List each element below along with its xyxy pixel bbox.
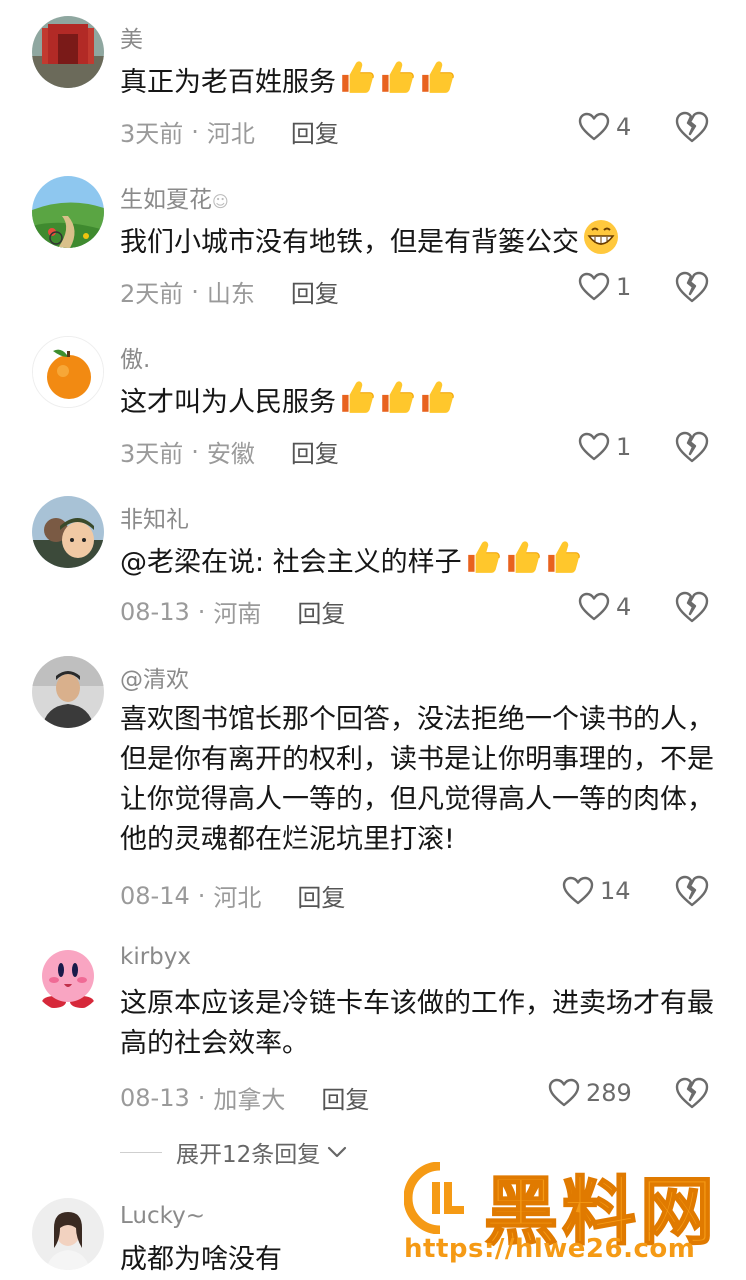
like-button[interactable]: 1 [578,272,631,302]
dislike-icon[interactable] [674,110,710,144]
timestamp: 3天前 [120,440,184,468]
expand-replies-label: 展开12条回复 [176,1142,321,1168]
emoji-icon: ☺ [212,192,229,211]
divider [120,1151,162,1153]
comment-meta: 08-13 · 河南 回复 [120,594,345,629]
heart-icon [562,876,594,906]
location: 河北 [206,120,255,148]
username[interactable]: Lucky~ [120,1203,205,1229]
comment-meta: 2天前 · 山东 回复 [120,274,339,309]
heart-icon [548,1078,580,1108]
heart-icon [578,432,610,462]
like-button[interactable]: 14 [562,876,631,906]
comment-text: 真正为老百姓服务 [120,58,720,108]
location: 河北 [213,884,262,912]
avatar[interactable] [32,336,104,408]
dislike-icon[interactable] [674,1076,710,1110]
timestamp: 3天前 [120,120,184,148]
dislike-icon[interactable] [674,874,710,908]
location: 河南 [213,600,262,628]
avatar[interactable] [32,1198,104,1270]
location: 加拿大 [213,1086,286,1114]
timestamp: 08-13 [120,597,190,626]
heart-icon [578,592,610,622]
like-button[interactable]: 4 [578,112,631,142]
avatar[interactable] [32,16,104,88]
reply-button[interactable]: 回复 [297,878,345,913]
reply-button[interactable]: 回复 [291,274,339,309]
like-count: 14 [600,877,631,905]
like-count: 4 [616,113,632,141]
dislike-icon[interactable] [674,590,710,624]
watermark-url: https://hlwe26.com [404,1234,696,1264]
comment-text: 我们小城市没有地铁，但是有背篓公交 [120,218,720,268]
comment-text: @老梁在说: 社会主义的样子 [120,538,720,588]
like-button[interactable]: 1 [578,432,631,462]
avatar[interactable] [32,496,104,568]
avatar[interactable] [32,656,104,728]
like-count: 4 [616,593,632,621]
username[interactable]: 美 [120,20,143,54]
location: 山东 [206,280,255,308]
comment-meta: 3天前 · 安徽 回复 [120,434,339,469]
comment-text: 这原本应该是冷链卡车该做的工作，进卖场才有最高的社会效率。 [120,988,714,1059]
reply-button[interactable]: 回复 [297,594,345,629]
location: 安徽 [206,440,255,468]
like-count: 1 [616,433,632,461]
username[interactable]: 非知礼 [120,500,189,534]
timestamp: 08-14 [120,881,190,910]
comment-text: 这才叫为人民服务 [120,378,720,428]
comment-meta: 08-14 · 河北 回复 [120,878,345,913]
like-button[interactable]: 4 [578,592,631,622]
thumbs-up-icon [464,538,584,588]
dislike-icon[interactable] [674,270,710,304]
watermark: 黑料网 https://hlwe26.com [404,1158,744,1280]
reply-button[interactable]: 回复 [291,114,339,149]
like-button[interactable]: 289 [548,1078,632,1108]
comment-text: 喜欢图书馆长那个回答，没法拒绝一个读书的人，但是你有离开的权利，读书是让你明事理… [120,704,714,855]
expand-replies-button[interactable]: 展开12条回复 [120,1135,348,1169]
username[interactable]: 生如夏花☺ [120,180,229,214]
chevron-down-icon [328,1146,347,1158]
avatar[interactable] [32,940,104,1012]
username[interactable]: kirbyx [120,944,191,970]
username[interactable]: @清欢 [120,660,189,694]
thumbs-up-icon [338,378,458,428]
reply-button[interactable]: 回复 [291,434,339,469]
grinning-face-icon [581,218,621,268]
timestamp: 2天前 [120,280,184,308]
username[interactable]: 傲. [120,340,150,374]
thumbs-up-icon [338,58,458,108]
reply-button[interactable]: 回复 [321,1080,369,1115]
comment-meta: 08-13 · 加拿大 回复 [120,1080,369,1115]
watermark-logo-icon [404,1162,464,1234]
like-count: 289 [586,1079,632,1107]
heart-icon [578,272,610,302]
comment-meta: 3天前 · 河北 回复 [120,114,339,149]
dislike-icon[interactable] [674,430,710,464]
timestamp: 08-13 [120,1083,190,1112]
heart-icon [578,112,610,142]
like-count: 1 [616,273,632,301]
avatar[interactable] [32,176,104,248]
